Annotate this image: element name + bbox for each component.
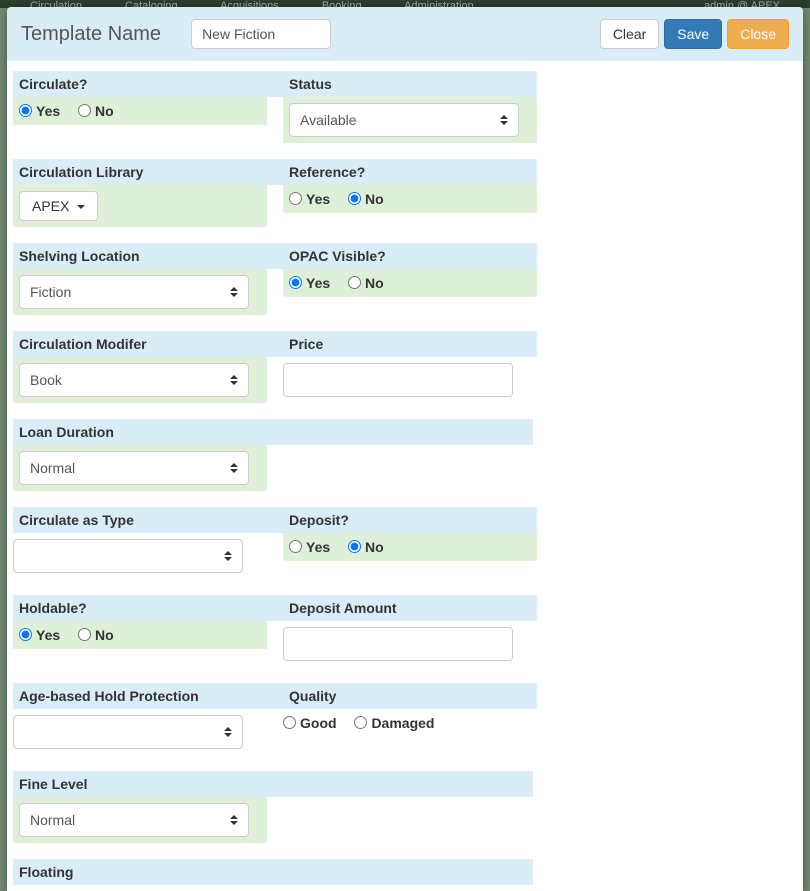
deposit-amount-label: Deposit Amount xyxy=(283,595,537,621)
quality-good-radio[interactable] xyxy=(283,716,296,729)
caret-icon xyxy=(77,205,85,209)
fine-level-select[interactable]: Normal xyxy=(19,803,249,837)
panel-header: Template Name Clear Save Close xyxy=(7,7,803,61)
age-hold-select[interactable] xyxy=(13,715,243,749)
quality-damaged-radio[interactable] xyxy=(354,716,367,729)
deposit-no-radio[interactable] xyxy=(348,540,361,553)
reference-no-radio[interactable] xyxy=(348,192,361,205)
floating-label: Floating xyxy=(13,859,533,885)
clear-button[interactable]: Clear xyxy=(600,19,659,49)
deposit-amount-input[interactable] xyxy=(283,627,513,661)
circ-modifier-select[interactable]: Book xyxy=(19,363,249,397)
save-button[interactable]: Save xyxy=(664,19,722,49)
price-label: Price xyxy=(283,331,537,357)
close-button[interactable]: Close xyxy=(727,19,789,49)
shelving-select[interactable]: Fiction xyxy=(19,275,249,309)
template-editor-panel: Template Name Clear Save Close Circulate… xyxy=(7,7,803,891)
quality-label: Quality xyxy=(283,683,537,709)
template-name-input[interactable] xyxy=(191,19,331,49)
price-input[interactable] xyxy=(283,363,513,397)
holdable-yes-radio[interactable] xyxy=(19,628,32,641)
deposit-yes-radio[interactable] xyxy=(289,540,302,553)
circulate-no-radio[interactable] xyxy=(78,104,91,117)
fine-level-label: Fine Level xyxy=(13,771,533,797)
reference-yes-radio[interactable] xyxy=(289,192,302,205)
loan-duration-select[interactable]: Normal xyxy=(19,451,249,485)
opac-label: OPAC Visible? xyxy=(283,243,537,269)
circ-library-dropdown[interactable]: APEX xyxy=(19,191,98,221)
loan-duration-label: Loan Duration xyxy=(13,419,533,445)
deposit-label: Deposit? xyxy=(283,507,537,533)
opac-no-radio[interactable] xyxy=(348,276,361,289)
holdable-no-radio[interactable] xyxy=(78,628,91,641)
reference-label: Reference? xyxy=(283,159,537,185)
circulate-yes-radio[interactable] xyxy=(19,104,32,117)
circ-as-type-select[interactable] xyxy=(13,539,243,573)
status-select[interactable]: Available xyxy=(289,103,519,137)
panel-title: Template Name xyxy=(21,23,161,46)
opac-yes-radio[interactable] xyxy=(289,276,302,289)
status-label: Status xyxy=(283,71,537,97)
circulate-value: Yes No xyxy=(13,97,267,125)
